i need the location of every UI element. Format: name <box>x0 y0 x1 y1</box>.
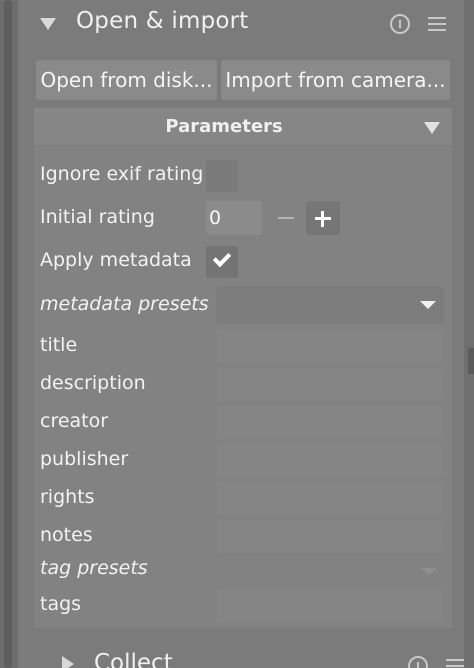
ignore-exif-rating-label: Ignore exif rating <box>40 163 204 185</box>
apply-metadata-label: Apply metadata <box>40 249 192 271</box>
import-from-camera-button[interactable]: Import from camera... <box>221 60 450 100</box>
triangle-right-icon[interactable] <box>62 656 74 668</box>
hamburger-menu-icon[interactable] <box>446 657 464 668</box>
publisher-label: publisher <box>40 448 129 470</box>
triangle-down-icon[interactable] <box>40 18 56 30</box>
title-field[interactable] <box>217 330 443 363</box>
initial-rating-input[interactable]: 0 <box>206 201 262 235</box>
metadata-presets-label: metadata presets <box>40 293 209 315</box>
dropdown-arrow-icon <box>420 301 436 309</box>
rights-label: rights <box>40 486 95 508</box>
minus-icon[interactable] <box>278 217 294 219</box>
hamburger-menu-icon[interactable] <box>428 15 446 33</box>
ignore-exif-rating-checkbox[interactable] <box>206 160 238 192</box>
initial-rating-label: Initial rating <box>40 206 155 228</box>
collect-title: Collect <box>94 650 173 668</box>
parameters-header[interactable]: Parameters <box>34 108 452 146</box>
apply-metadata-checkbox[interactable] <box>206 246 238 278</box>
module-header[interactable]: Open & import <box>18 0 464 50</box>
left-scrollbar[interactable] <box>4 0 12 668</box>
left-panel-scroll-edge <box>0 0 18 668</box>
parameters-section: Parameters Ignore exif rating Initial ra… <box>34 108 452 628</box>
info-icon[interactable] <box>408 656 428 668</box>
title-label: title <box>40 334 78 356</box>
description-label: description <box>40 372 146 394</box>
triangle-down-icon[interactable] <box>424 122 440 134</box>
creator-label: creator <box>40 410 109 432</box>
creator-field[interactable] <box>217 406 443 439</box>
checkmark-icon <box>212 248 232 268</box>
publisher-field[interactable] <box>217 444 443 477</box>
description-field[interactable] <box>217 368 443 401</box>
right-panel-edge <box>464 0 474 668</box>
tags-field[interactable] <box>217 589 443 622</box>
module-title: Open & import <box>76 8 249 34</box>
notes-label: notes <box>40 524 93 546</box>
open-from-disk-button[interactable]: Open from disk... <box>36 60 217 100</box>
right-scroll-notch[interactable] <box>468 348 474 374</box>
collect-module-header[interactable]: Collect <box>36 640 474 668</box>
info-icon[interactable] <box>390 14 410 34</box>
notes-field[interactable] <box>217 520 443 553</box>
tag-presets-dropdown-icon[interactable] <box>421 568 437 575</box>
rights-field[interactable] <box>217 482 443 515</box>
open-import-module: Open & import Open from disk... Import f… <box>18 0 464 668</box>
metadata-presets-dropdown[interactable] <box>216 286 444 324</box>
parameters-title: Parameters <box>165 116 283 137</box>
plus-icon[interactable] <box>306 201 340 235</box>
tag-presets-label: tag presets <box>40 557 148 579</box>
tags-label: tags <box>40 593 82 615</box>
